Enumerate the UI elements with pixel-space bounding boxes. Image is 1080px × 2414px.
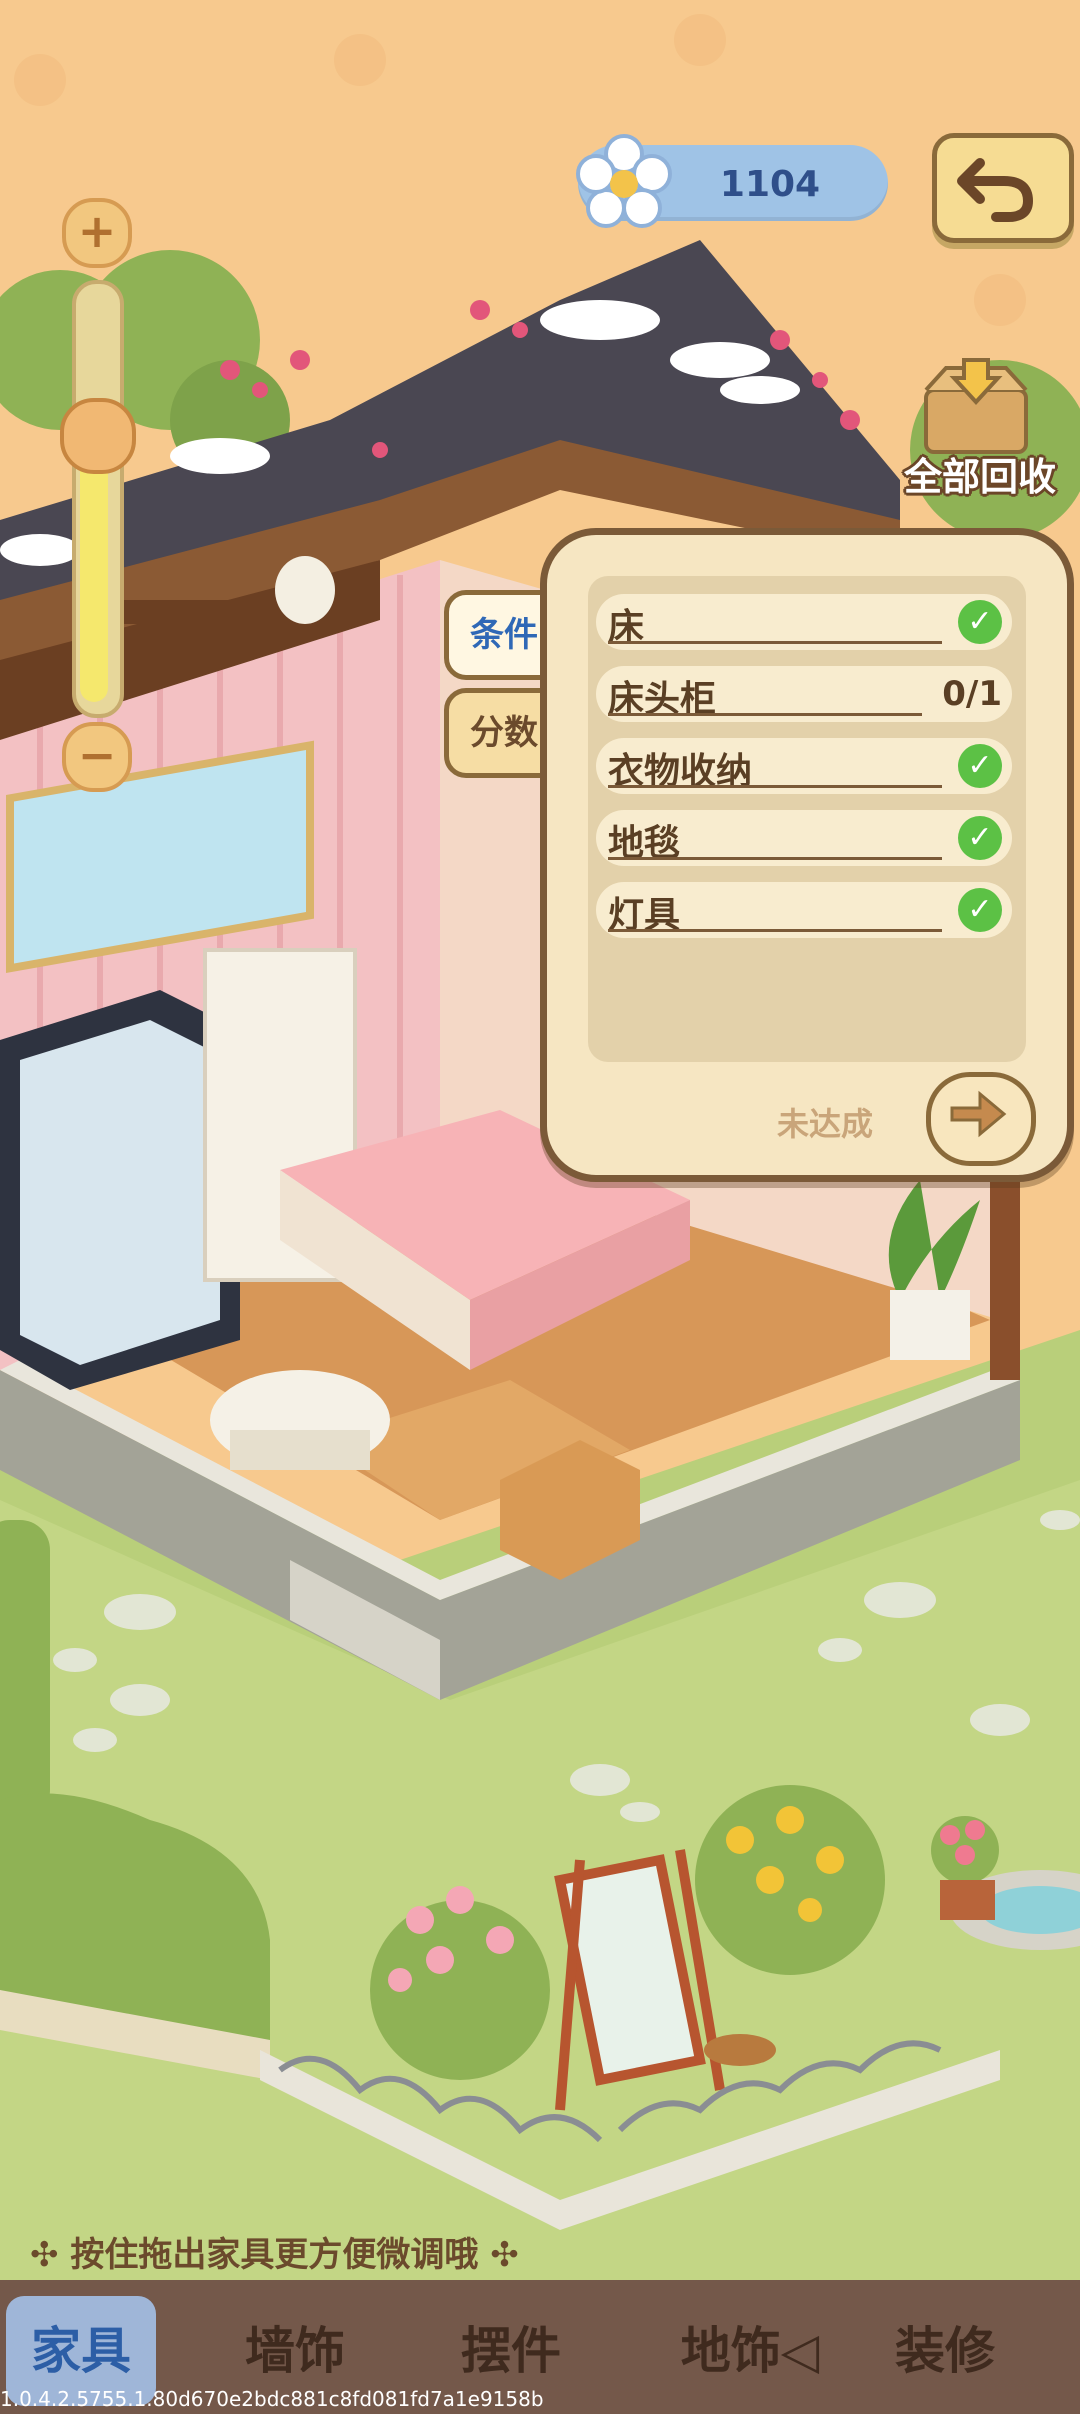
box-icon[interactable] <box>916 356 1036 456</box>
zoom-slider-thumb[interactable] <box>60 398 136 474</box>
zoom-in-button[interactable]: + <box>62 198 132 268</box>
condition-row-bed: 床 ✓ <box>596 594 1012 650</box>
check-icon: ✓ <box>958 600 1002 644</box>
row-underline <box>608 641 942 644</box>
currency-value: 1104 <box>719 164 821 205</box>
check-icon: ✓ <box>958 888 1002 932</box>
row-underline <box>608 713 922 716</box>
completion-status: 未达成 <box>776 1105 873 1143</box>
condition-row-nightstand: 床头柜 0/1 <box>596 666 1012 722</box>
undo-arrow-icon <box>957 158 1034 222</box>
nav-item-renovation[interactable]: 装修 <box>870 2296 1020 2406</box>
condition-row-lamp: 灯具 ✓ <box>596 882 1012 938</box>
flower-icon <box>576 134 672 228</box>
condition-row-rug: 地毯 ✓ <box>596 810 1012 866</box>
condition-count: 0/1 <box>942 674 1002 714</box>
sparkle-icon: ✣ <box>490 2235 519 2275</box>
row-underline <box>608 929 942 932</box>
next-button[interactable] <box>926 1072 1036 1166</box>
sparkle-icon: ✣ <box>30 2235 59 2275</box>
condition-row-wardrobe: 衣物收纳 ✓ <box>596 738 1012 794</box>
check-icon: ✓ <box>958 744 1002 788</box>
check-icon: ✓ <box>958 816 1002 860</box>
hint-bar: ✣ 按住拖出家具更方便微调哦 ✣ <box>30 2228 570 2282</box>
recycle-all-button[interactable]: 全部回收 <box>880 446 1080 506</box>
hint-text: 按住拖出家具更方便微调哦 <box>70 2235 479 2275</box>
row-underline <box>608 785 942 788</box>
arrow-right-icon <box>950 1090 1007 1138</box>
row-underline <box>608 857 942 860</box>
version-label: 1.0.4.2.5755.1.80d670e2bdc881c8fd081fd7a… <box>0 2387 544 2411</box>
back-button[interactable] <box>932 133 1074 243</box>
zoom-out-button[interactable]: − <box>62 722 132 792</box>
